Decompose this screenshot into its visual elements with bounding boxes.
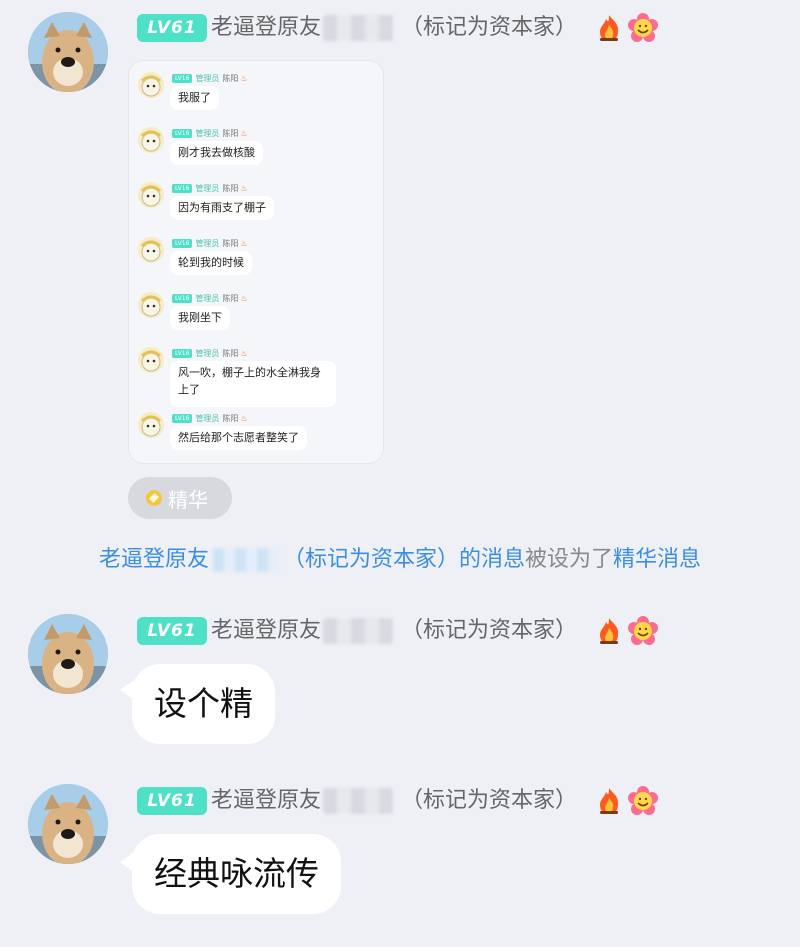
sender-name[interactable]: 老逼登原友 （标记为资本家） bbox=[211, 616, 577, 646]
fire-icon: ♨ bbox=[240, 293, 248, 303]
system-notice: 老逼登原友 （标记为资本家）的消息被设为了精华消息 bbox=[0, 544, 800, 576]
fire-icon bbox=[600, 788, 619, 814]
level-badge: LV61 bbox=[137, 617, 207, 645]
sender-name[interactable]: 老逼登原友 （标记为资本家） bbox=[211, 13, 577, 43]
role-badge: 管理员 bbox=[195, 128, 220, 138]
mini-meta: LV16 管理员 陈阳 ♨ bbox=[172, 237, 248, 249]
level-badge: LV16 bbox=[172, 413, 193, 423]
role-badge: 管理员 bbox=[195, 73, 220, 83]
avatar bbox=[138, 182, 164, 208]
mini-sender-name: 陈阳 bbox=[222, 128, 239, 138]
sender-name-suffix: （标记为资本家） bbox=[401, 15, 578, 40]
mini-message-bubble: 风一吹，棚子上的水全淋我身上了 bbox=[170, 361, 336, 407]
mini-message-bubble: 轮到我的时候 bbox=[170, 251, 252, 275]
mini-meta: LV16 管理员 陈阳 ♨ bbox=[172, 72, 248, 84]
avatar[interactable] bbox=[28, 12, 108, 92]
avatar bbox=[138, 237, 164, 263]
avatar bbox=[138, 127, 164, 153]
notice-message-link[interactable]: 的消息 bbox=[459, 547, 525, 572]
notice-text: 被设为了 bbox=[525, 547, 614, 572]
redacted-name bbox=[212, 548, 279, 572]
notice-essence-link[interactable]: 精华消息 bbox=[613, 547, 701, 572]
level-badge: LV16 bbox=[172, 183, 193, 193]
role-badge: 管理员 bbox=[195, 348, 220, 358]
notice-user-link[interactable]: 老逼登原友 （标记为资本家） bbox=[99, 547, 459, 572]
essence-diamond-icon bbox=[146, 490, 162, 506]
role-badge: 管理员 bbox=[195, 183, 220, 193]
sender-name-prefix: 老逼登原友 bbox=[211, 618, 322, 643]
message-bubble[interactable]: 经典咏流传 bbox=[132, 834, 341, 914]
mini-meta: LV16 管理员 陈阳 ♨ bbox=[172, 182, 248, 194]
redacted-name bbox=[323, 788, 394, 814]
smiley-flower-icon bbox=[628, 13, 658, 43]
sender-name[interactable]: 老逼登原友 （标记为资本家） bbox=[211, 786, 577, 816]
mini-sender-name: 陈阳 bbox=[222, 413, 239, 423]
fire-icon: ♨ bbox=[240, 183, 248, 193]
mini-sender-name: 陈阳 bbox=[222, 183, 239, 193]
level-badge: LV16 bbox=[172, 73, 193, 83]
mini-sender-name: 陈阳 bbox=[222, 293, 239, 303]
mini-meta: LV16 管理员 陈阳 ♨ bbox=[172, 347, 248, 359]
mini-meta: LV16 管理员 陈阳 ♨ bbox=[172, 127, 248, 139]
message-bubble[interactable]: 设个精 bbox=[132, 664, 275, 744]
avatar bbox=[138, 292, 164, 318]
avatar bbox=[138, 347, 164, 373]
fire-icon: ♨ bbox=[240, 348, 248, 358]
fire-icon: ♨ bbox=[240, 73, 248, 83]
forwarded-chat-card[interactable]: LV16 管理员 陈阳 ♨ 我服了 LV16 管理员 陈阳 ♨ 刚才我去做核酸 LV16 管理… bbox=[128, 60, 384, 464]
mini-message-bubble: 因为有雨支了棚子 bbox=[170, 196, 274, 220]
smiley-flower-icon bbox=[628, 786, 658, 816]
level-badge: LV16 bbox=[172, 238, 193, 248]
sender-name-prefix: 老逼登原友 bbox=[211, 788, 322, 813]
essence-label: 精华 bbox=[168, 487, 208, 512]
sender-name-suffix: （标记为资本家） bbox=[401, 788, 578, 813]
mini-sender-name: 陈阳 bbox=[222, 238, 239, 248]
mini-meta: LV16 管理员 陈阳 ♨ bbox=[172, 412, 248, 424]
role-badge: 管理员 bbox=[195, 413, 220, 423]
avatar[interactable] bbox=[28, 614, 108, 694]
avatar bbox=[138, 72, 164, 98]
mini-message-bubble: 我刚坐下 bbox=[170, 306, 230, 330]
redacted-name bbox=[323, 618, 394, 644]
role-badge: 管理员 bbox=[195, 293, 220, 303]
essence-tag[interactable]: 精华 bbox=[128, 477, 232, 519]
role-badge: 管理员 bbox=[195, 238, 220, 248]
mini-message-bubble: 我服了 bbox=[170, 86, 219, 110]
redacted-name bbox=[323, 15, 394, 41]
mini-meta: LV16 管理员 陈阳 ♨ bbox=[172, 292, 248, 304]
fire-icon bbox=[600, 618, 619, 644]
avatar[interactable] bbox=[28, 784, 108, 864]
notice-name-suffix: （标记为资本家） bbox=[282, 547, 459, 572]
level-badge: LV61 bbox=[137, 787, 207, 815]
smiley-flower-icon bbox=[628, 616, 658, 646]
mini-message-bubble: 刚才我去做核酸 bbox=[170, 141, 263, 165]
fire-icon: ♨ bbox=[240, 413, 248, 423]
level-badge: LV16 bbox=[172, 128, 193, 138]
notice-name-prefix: 老逼登原友 bbox=[98, 547, 209, 572]
fire-icon: ♨ bbox=[240, 238, 248, 248]
mini-sender-name: 陈阳 bbox=[222, 348, 239, 358]
level-badge: LV16 bbox=[172, 293, 193, 303]
level-badge: LV61 bbox=[137, 14, 207, 42]
fire-icon: ♨ bbox=[240, 128, 248, 138]
mini-message-bubble: 然后给那个志愿者整笑了 bbox=[170, 426, 307, 450]
mini-sender-name: 陈阳 bbox=[222, 73, 239, 83]
sender-name-prefix: 老逼登原友 bbox=[211, 15, 322, 40]
sender-name-suffix: （标记为资本家） bbox=[401, 618, 578, 643]
level-badge: LV16 bbox=[172, 348, 193, 358]
avatar bbox=[138, 412, 164, 438]
fire-icon bbox=[600, 15, 619, 41]
